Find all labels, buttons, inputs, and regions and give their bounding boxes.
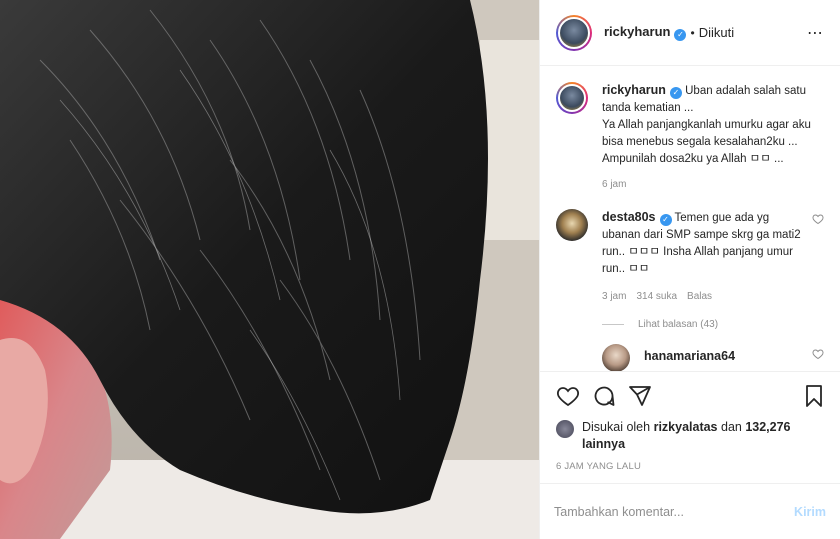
- comment-heart-icon[interactable]: [812, 213, 824, 225]
- verified-badge-icon: ✓: [669, 87, 682, 99]
- post-header: rickyharun ✓ • Diikuti ⋯: [540, 0, 840, 66]
- verified-badge-icon: ✓: [659, 214, 672, 226]
- author-username-text[interactable]: rickyharun: [604, 24, 670, 39]
- liker-avatar[interactable]: [556, 420, 574, 438]
- bookmark-icon[interactable]: [802, 384, 826, 408]
- caption-text: Uban adalah salah satu tanda kematian ..…: [602, 85, 811, 165]
- share-icon[interactable]: [628, 384, 652, 408]
- caption: rickyharun ✓ Uban adalah salah satu tanda…: [556, 82, 824, 193]
- author-username[interactable]: rickyharun ✓: [604, 24, 687, 41]
- likes-prefix: Disukai oleh: [582, 420, 654, 434]
- commenter-username[interactable]: desta80s: [602, 210, 656, 224]
- follow-status-button[interactable]: Diikuti: [699, 25, 734, 40]
- comment-like-count[interactable]: 314 suka: [636, 288, 677, 305]
- add-comment-bar: Kirim: [540, 483, 840, 539]
- reply-heart-icon[interactable]: [812, 348, 824, 360]
- reply-avatar[interactable]: [602, 344, 630, 371]
- comments-section[interactable]: rickyharun ✓ Uban adalah salah satu tanda…: [540, 66, 840, 371]
- caption-username[interactable]: rickyharun: [602, 83, 666, 97]
- post-timestamp[interactable]: 6 JAM YANG LALU: [540, 453, 840, 483]
- action-bar: [540, 371, 840, 419]
- reply-username[interactable]: hanamariana64: [644, 349, 735, 363]
- author-avatar[interactable]: [556, 14, 592, 51]
- comment-icon[interactable]: [592, 384, 616, 408]
- heart-icon[interactable]: [556, 384, 580, 408]
- likes-middle: dan: [717, 420, 746, 434]
- commenter-avatar[interactable]: [556, 209, 588, 241]
- verified-badge-icon: ✓: [674, 29, 687, 41]
- replies-divider: [602, 324, 624, 325]
- comment-input[interactable]: [554, 504, 795, 519]
- liker-username[interactable]: rizkyalatas: [654, 420, 718, 434]
- caption-time[interactable]: 6 jam: [602, 176, 626, 193]
- separator-dot: •: [690, 25, 695, 40]
- view-replies-label[interactable]: Lihat balasan (43): [638, 319, 718, 330]
- caption-avatar[interactable]: [556, 82, 588, 114]
- comment-item: desta80s ✓ Temen gue ada yg ubanan dari S…: [556, 209, 824, 305]
- reply-item: hanamariana64: [602, 344, 824, 371]
- post-photo[interactable]: [0, 0, 539, 539]
- reply-button[interactable]: Balas: [687, 288, 712, 305]
- post-side-panel: rickyharun ✓ • Diikuti ⋯ rickyharun ✓ Uban…: [539, 0, 840, 539]
- view-replies-button[interactable]: Lihat balasan (43): [602, 319, 824, 330]
- post-comment-button[interactable]: Kirim: [794, 505, 826, 519]
- instagram-post: rickyharun ✓ • Diikuti ⋯ rickyharun ✓ Uban…: [0, 0, 840, 539]
- likes-summary: Disukai oleh rizkyalatas dan 132,276 lai…: [540, 419, 840, 453]
- hair-photo-illustration: [0, 0, 539, 539]
- comment-time[interactable]: 3 jam: [602, 288, 626, 305]
- more-options-icon[interactable]: ⋯: [807, 23, 824, 43]
